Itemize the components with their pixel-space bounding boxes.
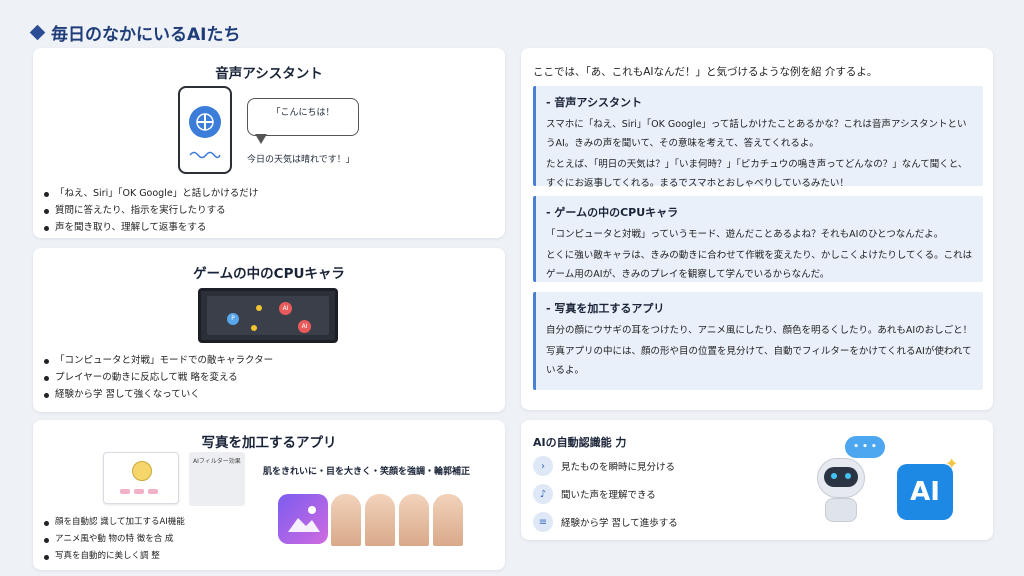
list-item: アニメ風や動 物の特 徴を合 成 <box>43 531 185 548</box>
explain-heading: - 音声アシスタント <box>546 96 642 109</box>
intro-text: ここでは、「あ、これもAIなんだ！」と気づけるような例を紹 介するよ。 <box>533 66 878 78</box>
face-photo <box>365 494 395 546</box>
bubble-text: 「こんにちは！ <box>271 108 335 118</box>
page-title-text: 毎日のなかにいるAIたち <box>51 25 241 45</box>
list-item: 声を聞き取り、理解して返事をする <box>43 219 258 236</box>
chevron-right-icon: › <box>533 456 553 476</box>
photo-app-screen <box>103 452 179 504</box>
assistant-icon <box>189 106 221 138</box>
list-item: 「ねえ、Siri」「OK Google」と話しかけるだけ <box>43 185 258 202</box>
game-bullets: 「コンピュータと対戦」モードでの敵キャラクター プレイヤーの動きに反応して戦 略… <box>43 352 273 403</box>
voice-assistant-card: 音声アシスタント 「こんにちは！ 今日の天気は晴れです！」 「ねえ、Siri」「… <box>33 48 505 238</box>
coin-icon <box>251 325 257 331</box>
gallery-icon <box>278 494 328 544</box>
explain-heading: - 写真を加工するアプリ <box>546 302 665 315</box>
abilities-title: AIの自動認識能 力 <box>533 436 627 449</box>
document-icon: ≡ <box>533 512 553 532</box>
smartphone-illustration <box>178 86 232 174</box>
filter-label: AIフィルター効果 <box>193 458 241 465</box>
bubble-text-second: 今日の天気は晴れです！」 <box>247 155 355 165</box>
speech-bubble: 「こんにちは！ <box>247 98 359 136</box>
explanation-panel: ここでは、「あ、これもAIなんだ！」と気づけるような例を紹 介するよ。 - 音声… <box>521 48 993 410</box>
coin-icon <box>256 305 262 311</box>
photo-app-card: 写真を加工するアプリ AIフィルター効果 肌をきれいに・目を大きく・笑顔を強調・… <box>33 420 505 570</box>
game-card-title: ゲームの中のCPUキャラ <box>193 266 345 282</box>
explain-paragraph: 「コンピュータと対戦」っていうモード、遊んだことあるよね？それもAIのひとつなん… <box>546 229 944 240</box>
explain-paragraph: たとえば、「明日の天気は？」「いま何時？」「ピカチュウの鳴き声ってどんなの？」な… <box>546 159 968 189</box>
ear-icon: ♪ <box>533 484 553 504</box>
bubble-tail <box>255 134 267 144</box>
explain-heading: - ゲームの中のCPUキャラ <box>546 206 679 219</box>
enemy-label: AI <box>301 323 308 330</box>
game-cpu-card: ゲームの中のCPUキャラ P AI AI 「コンピュータと対戦」モードでの敵キャ… <box>33 248 505 412</box>
filter-effect-panel: AIフィルター効果 <box>189 452 245 506</box>
list-item: 顔を自動認 識して加工するAI機能 <box>43 514 185 531</box>
list-item: 経験から学 習して強くなっていく <box>43 386 273 403</box>
explain-voice-box: - 音声アシスタント スマホに「ねえ、Siri」「OK Google」って話しか… <box>533 86 983 189</box>
player-label: P <box>231 315 235 322</box>
explain-paragraph: とくに強い敵キャラは、きみの動きに合わせて作戦を変えたり、かしこくよけたりしてく… <box>546 250 973 280</box>
voice-card-title: 音声アシスタント <box>215 66 323 82</box>
robot-icon <box>809 458 873 526</box>
face-photo <box>399 494 429 546</box>
ability-item: › 見たものを瞬時に見分ける <box>533 452 678 480</box>
page-title: 毎日のなかにいるAIたち <box>29 20 241 45</box>
ability-item: ♪ 聞いた声を理解できる <box>533 480 678 508</box>
explain-photo-box: - 写真を加工するアプリ 自分の顔にウサギの耳をつけたり、アニメ風にしたり、顔色… <box>533 292 983 390</box>
smiley-icon <box>132 461 152 481</box>
explain-paragraph: スマホに「ねえ、Siri」「OK Google」って話しかけたことあるかな？これ… <box>546 119 967 149</box>
sparkle-icon: ✦ <box>945 454 959 473</box>
ability-text: 聞いた声を理解できる <box>561 490 656 501</box>
list-item: プレイヤーの動きに反応して戦 略を変える <box>43 369 273 386</box>
list-item: 「コンピュータと対戦」モードでの敵キャラクター <box>43 352 273 369</box>
photo-bullets: 顔を自動認 識して加工するAI機能 アニメ風や動 物の特 徴を合 成 写真を自動… <box>43 514 185 565</box>
face-photo <box>433 494 463 546</box>
speech-dots: • • • <box>853 442 877 452</box>
enemy-ai-icon: AI <box>298 320 311 333</box>
ability-text: 見たものを瞬時に見分ける <box>561 462 676 473</box>
list-item: 写真を自動的に美しく調 整 <box>43 548 185 565</box>
photo-card-title: 写真を加工するアプリ <box>201 435 337 451</box>
speech-dots-bubble: • • • <box>845 436 885 458</box>
ai-badge-text: AI <box>910 477 940 507</box>
explain-game-box: - ゲームの中のCPUキャラ 「コンピュータと対戦」っていうモード、遊んだことあ… <box>533 196 983 282</box>
explain-paragraph: 写真アプリの中には、顔の形や目の位置を見分けて、自動でフィルターをかけてくれるA… <box>546 346 972 376</box>
list-item: 質問に答えたり、指示を実行したりする <box>43 202 258 219</box>
game-screen-illustration: P AI AI <box>198 288 338 343</box>
explain-paragraph: 自分の顔にウサギの耳をつけたり、アニメ風にしたり、顔色を明るくしたり。あれもAI… <box>546 325 973 336</box>
player-icon: P <box>227 313 239 325</box>
voice-bullets: 「ねえ、Siri」「OK Google」と話しかけるだけ 質問に答えたり、指示を… <box>43 185 258 236</box>
enemy-label: AI <box>282 305 289 312</box>
diamond-icon <box>29 24 46 41</box>
ability-text: 経験から学 習して進歩する <box>561 518 678 529</box>
effect-caption: 肌をきれいに・目を大きく・笑顔を強調・輪郭補正 <box>263 467 471 477</box>
abilities-list: › 見たものを瞬時に見分ける ♪ 聞いた声を理解できる ≡ 経験から学 習して進… <box>533 452 678 536</box>
ai-abilities-card: AIの自動認識能 力 › 見たものを瞬時に見分ける ♪ 聞いた声を理解できる ≡… <box>521 420 993 540</box>
face-photo <box>331 494 361 546</box>
sound-wave-icon <box>189 151 221 159</box>
enemy-ai-icon: AI <box>279 302 292 315</box>
ability-item: ≡ 経験から学 習して進歩する <box>533 508 678 536</box>
